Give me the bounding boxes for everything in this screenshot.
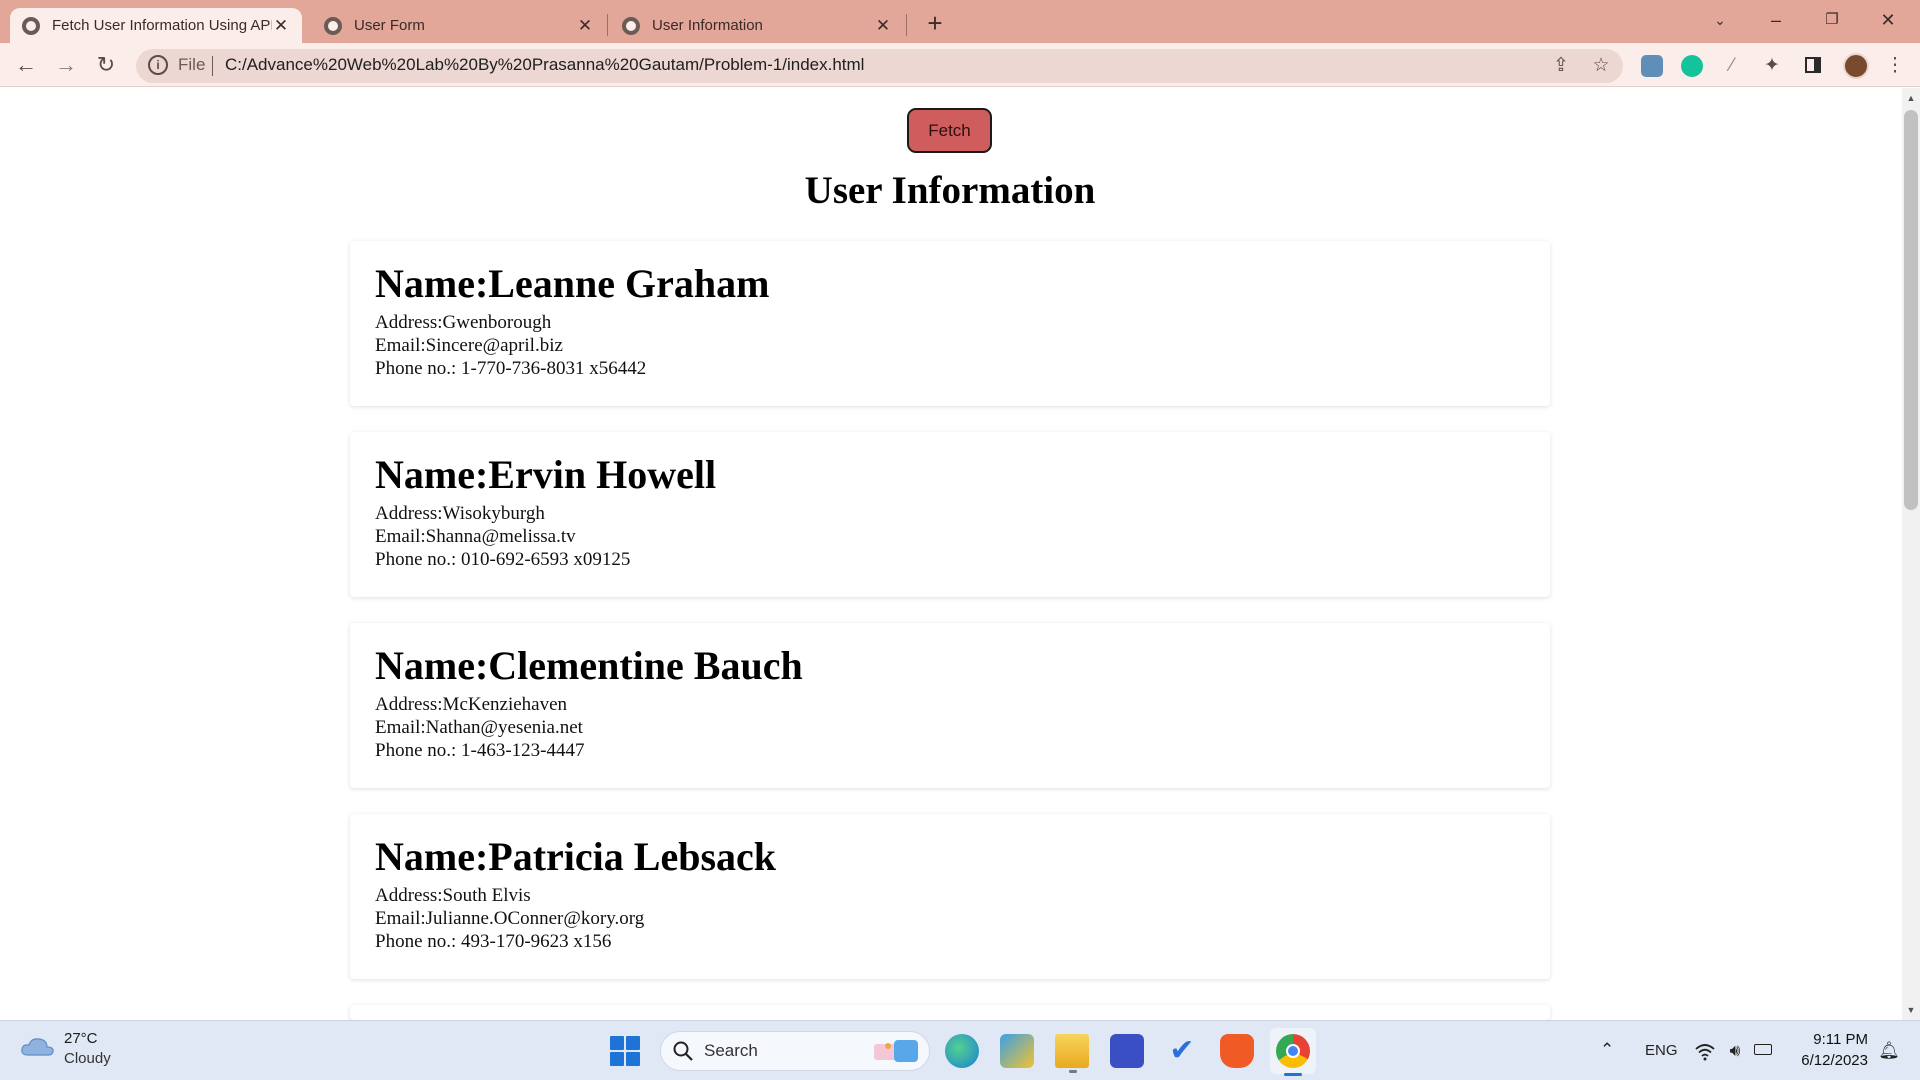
user-card-partial [350,1005,1550,1020]
share-icon[interactable]: ⇪ [1550,55,1572,77]
chrome-icon-center [1286,1044,1300,1058]
user-phone: Phone no.: 1-463-123-4447 [375,740,585,761]
scroll-down-icon[interactable]: ▼ [1904,1002,1918,1018]
user-card: Name:Leanne Graham Address:Gwenborough E… [350,241,1550,406]
page-title: User Information [804,169,1096,212]
close-tab-icon[interactable]: ✕ [874,16,892,36]
user-email: Email:Julianne.OConner@kory.org [375,908,645,929]
tab-user-information[interactable]: User Information ✕ [610,8,904,43]
user-email: Email:Nathan@yesenia.net [375,717,583,738]
tab-fetch-user-information[interactable]: Fetch User Information Using API ✕ [10,8,302,43]
tab-search-icon[interactable]: ⌄ [1692,0,1748,40]
new-tab-button[interactable]: + [918,6,952,40]
file-explorer-icon[interactable] [1055,1034,1089,1068]
user-phone: Phone no.: 1-770-736-8031 x56442 [375,358,647,379]
bookmark-star-icon[interactable]: ☆ [1590,55,1612,77]
active-app-indicator [1284,1073,1302,1076]
user-email: Email:Shanna@melissa.tv [375,526,576,547]
user-card: Name:Patricia Lebsack Address:South Elvi… [350,814,1550,979]
user-name: Name:Ervin Howell [375,452,717,497]
user-address: Address:South Elvis [375,885,531,906]
brave-icon[interactable] [1220,1034,1254,1068]
extension-translate-icon[interactable] [1641,55,1663,77]
clock-date[interactable]: 6/12/2023 [1792,1052,1868,1069]
tab-separator [607,14,608,36]
user-phone: Phone no.: 493-170-9623 x156 [375,931,612,952]
address-scheme-label: File [178,55,206,74]
address-url[interactable]: C:/Advance%20Web%20Lab%20By%20Prasanna%2… [225,55,864,75]
editor-icon[interactable] [1110,1034,1144,1068]
tab-separator [906,14,907,36]
weather-temperature: 27°C [64,1030,98,1047]
user-email: Email:Sincere@april.biz [375,335,563,356]
close-tab-icon[interactable]: ✕ [576,16,594,36]
grammarly-icon[interactable] [1681,55,1703,77]
volume-icon[interactable]: 🔊︎ [1724,1040,1746,1062]
close-tab-icon[interactable]: ✕ [272,16,290,36]
language-indicator[interactable]: ENG [1645,1042,1678,1059]
side-panel-icon[interactable] [1805,57,1821,73]
reload-icon[interactable]: ↻ [90,49,122,81]
search-icon [673,1041,693,1061]
todo-icon[interactable]: ✔ [1165,1034,1199,1068]
user-name: Name:Clementine Bauch [375,643,803,688]
tab-label: User Form [354,17,425,34]
close-window-button[interactable]: ✕ [1860,0,1916,40]
user-address: Address:Wisokyburgh [375,503,545,524]
forward-icon[interactable]: → [50,49,82,81]
snipping-tool-icon[interactable] [1000,1034,1034,1068]
user-address: Address:Gwenborough [375,312,552,333]
tab-user-form[interactable]: User Form ✕ [312,8,606,43]
user-name: Name:Patricia Lebsack [375,834,777,879]
cloud-icon[interactable] [20,1035,56,1057]
user-card: Name:Clementine Bauch Address:McKenzieha… [350,623,1550,788]
app-running-indicator [1069,1070,1077,1073]
wifi-icon[interactable] [1694,1040,1716,1062]
info-icon[interactable]: i [148,55,168,75]
taskbar-search-label: Search [704,1041,758,1060]
address-separator [212,56,213,76]
windows-start-icon[interactable] [610,1036,640,1066]
fetch-button[interactable]: Fetch [907,108,992,153]
minimize-button[interactable]: – [1748,0,1804,40]
tray-overflow-icon[interactable]: ⌃ [1600,1040,1614,1060]
restore-button[interactable]: ❐ [1804,0,1860,40]
back-icon[interactable]: ← [10,49,42,81]
tab-label: Fetch User Information Using API [52,17,272,34]
scrollbar-thumb[interactable] [1904,110,1918,510]
user-phone: Phone no.: 010-692-6593 x09125 [375,549,631,570]
scroll-up-icon[interactable]: ▲ [1904,90,1918,106]
user-name: Name:Leanne Graham [375,261,770,306]
user-card: Name:Ervin Howell Address:Wisokyburgh Em… [350,432,1550,597]
menu-kebab-icon[interactable]: ⋮ [1884,55,1906,77]
clock-time[interactable]: 9:11 PM [1796,1031,1868,1048]
extensions-puzzle-icon[interactable]: ✦ [1761,55,1783,77]
battery-icon[interactable] [1754,1044,1772,1055]
globe-icon [324,16,342,35]
extension-pen-icon[interactable]: ⁄ [1721,55,1743,77]
globe-icon [22,16,40,35]
profile-avatar[interactable] [1843,53,1869,79]
weather-condition: Cloudy [64,1050,111,1067]
user-address: Address:McKenziehaven [375,694,568,715]
tab-label: User Information [652,17,763,34]
notification-bell-icon[interactable]: 🔔︎ [1878,1040,1900,1062]
search-highlight-icon [874,1040,918,1062]
globe-icon [622,16,640,35]
edge-icon[interactable] [945,1034,979,1068]
